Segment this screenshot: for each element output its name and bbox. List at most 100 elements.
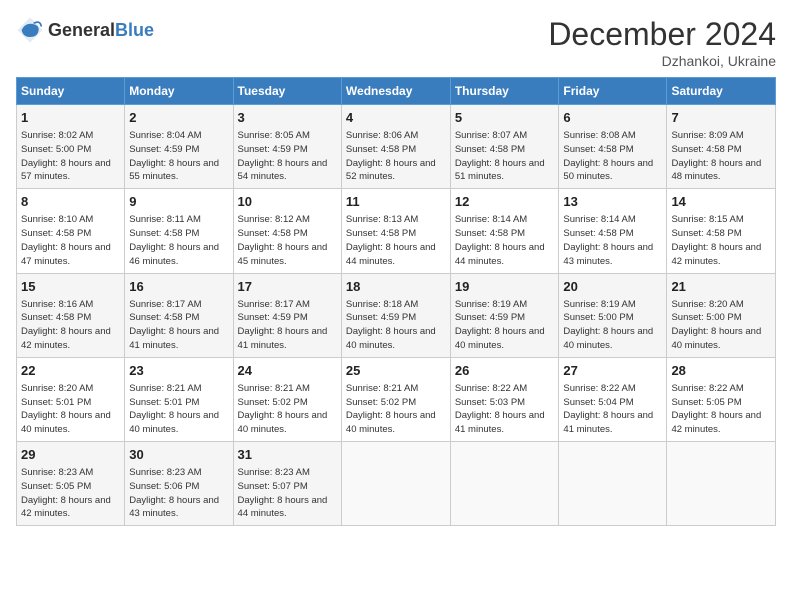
day-of-week-header: Thursday [450, 78, 559, 105]
day-number: 7 [671, 109, 771, 127]
day-info: Sunrise: 8:14 AMSunset: 4:58 PMDaylight:… [563, 213, 662, 268]
day-number: 13 [563, 193, 662, 211]
calendar-day-cell: 22 Sunrise: 8:20 AMSunset: 5:01 PMDayligh… [17, 357, 125, 441]
month-title: December 2024 [548, 16, 776, 53]
day-info: Sunrise: 8:09 AMSunset: 4:58 PMDaylight:… [671, 129, 771, 184]
day-number: 17 [238, 278, 337, 296]
logo: GeneralBlue [16, 16, 154, 44]
day-info: Sunrise: 8:21 AMSunset: 5:01 PMDaylight:… [129, 382, 228, 437]
calendar-day-cell: 21 Sunrise: 8:20 AMSunset: 5:00 PMDayligh… [667, 273, 776, 357]
day-info: Sunrise: 8:12 AMSunset: 4:58 PMDaylight:… [238, 213, 337, 268]
day-number: 4 [346, 109, 446, 127]
day-info: Sunrise: 8:06 AMSunset: 4:58 PMDaylight:… [346, 129, 446, 184]
day-info: Sunrise: 8:20 AMSunset: 5:00 PMDaylight:… [671, 298, 771, 353]
day-number: 27 [563, 362, 662, 380]
day-of-week-header: Wednesday [341, 78, 450, 105]
calendar-day-cell: 10 Sunrise: 8:12 AMSunset: 4:58 PMDayligh… [233, 189, 341, 273]
day-number: 18 [346, 278, 446, 296]
day-number: 30 [129, 446, 228, 464]
day-info: Sunrise: 8:22 AMSunset: 5:05 PMDaylight:… [671, 382, 771, 437]
calendar-day-cell: 4 Sunrise: 8:06 AMSunset: 4:58 PMDaylight… [341, 105, 450, 189]
calendar-day-cell: 1Sunrise: 8:02 AMSunset: 5:00 PMDaylight… [17, 105, 125, 189]
day-info: Sunrise: 8:20 AMSunset: 5:01 PMDaylight:… [21, 382, 120, 437]
day-number: 1 [21, 109, 120, 127]
calendar-week-row: 8Sunrise: 8:10 AMSunset: 4:58 PMDaylight… [17, 189, 776, 273]
page-header: GeneralBlue December 2024 Dzhankoi, Ukra… [16, 16, 776, 69]
day-number: 8 [21, 193, 120, 211]
day-info: Sunrise: 8:21 AMSunset: 5:02 PMDaylight:… [238, 382, 337, 437]
day-of-week-header: Tuesday [233, 78, 341, 105]
day-number: 28 [671, 362, 771, 380]
day-of-week-header: Monday [125, 78, 233, 105]
calendar-day-cell: 14 Sunrise: 8:15 AMSunset: 4:58 PMDayligh… [667, 189, 776, 273]
day-number: 20 [563, 278, 662, 296]
calendar-day-cell: 25Sunrise: 8:21 AMSunset: 5:02 PMDayligh… [341, 357, 450, 441]
calendar-day-cell: 30 Sunrise: 8:23 AMSunset: 5:06 PMDayligh… [125, 442, 233, 526]
day-number: 6 [563, 109, 662, 127]
day-info: Sunrise: 8:23 AMSunset: 5:06 PMDaylight:… [129, 466, 228, 521]
day-number: 2 [129, 109, 228, 127]
calendar-day-cell: 7 Sunrise: 8:09 AMSunset: 4:58 PMDaylight… [667, 105, 776, 189]
logo-text: GeneralBlue [48, 20, 154, 41]
calendar-day-cell [559, 442, 667, 526]
day-number: 5 [455, 109, 555, 127]
calendar-day-cell: 5 Sunrise: 8:07 AMSunset: 4:58 PMDaylight… [450, 105, 559, 189]
calendar-day-cell: 9Sunrise: 8:11 AMSunset: 4:58 PMDaylight… [125, 189, 233, 273]
calendar-day-cell: 27 Sunrise: 8:22 AMSunset: 5:04 PMDayligh… [559, 357, 667, 441]
day-info: Sunrise: 8:18 AMSunset: 4:59 PMDaylight:… [346, 298, 446, 353]
day-info: Sunrise: 8:17 AMSunset: 4:58 PMDaylight:… [129, 298, 228, 353]
day-number: 23 [129, 362, 228, 380]
calendar-table: SundayMondayTuesdayWednesdayThursdayFrid… [16, 77, 776, 526]
day-number: 14 [671, 193, 771, 211]
calendar-week-row: 15Sunrise: 8:16 AMSunset: 4:58 PMDayligh… [17, 273, 776, 357]
day-number: 25 [346, 362, 446, 380]
day-number: 9 [129, 193, 228, 211]
title-block: December 2024 Dzhankoi, Ukraine [548, 16, 776, 69]
header-row: SundayMondayTuesdayWednesdayThursdayFrid… [17, 78, 776, 105]
calendar-day-cell: 12 Sunrise: 8:14 AMSunset: 4:58 PMDayligh… [450, 189, 559, 273]
calendar-week-row: 22 Sunrise: 8:20 AMSunset: 5:01 PMDayligh… [17, 357, 776, 441]
calendar-day-cell: 16Sunrise: 8:17 AMSunset: 4:58 PMDayligh… [125, 273, 233, 357]
calendar-day-cell: 3 Sunrise: 8:05 AMSunset: 4:59 PMDaylight… [233, 105, 341, 189]
day-info: Sunrise: 8:22 AMSunset: 5:04 PMDaylight:… [563, 382, 662, 437]
calendar-day-cell: 15Sunrise: 8:16 AMSunset: 4:58 PMDayligh… [17, 273, 125, 357]
calendar-body: 1Sunrise: 8:02 AMSunset: 5:00 PMDaylight… [17, 105, 776, 526]
day-number: 31 [238, 446, 337, 464]
day-info: Sunrise: 8:23 AMSunset: 5:07 PMDaylight:… [238, 466, 337, 521]
day-number: 22 [21, 362, 120, 380]
calendar-day-cell: 19 Sunrise: 8:19 AMSunset: 4:59 PMDayligh… [450, 273, 559, 357]
day-info: Sunrise: 8:16 AMSunset: 4:58 PMDaylight:… [21, 298, 120, 353]
day-info: Sunrise: 8:07 AMSunset: 4:58 PMDaylight:… [455, 129, 555, 184]
day-info: Sunrise: 8:17 AMSunset: 4:59 PMDaylight:… [238, 298, 337, 353]
day-info: Sunrise: 8:19 AMSunset: 5:00 PMDaylight:… [563, 298, 662, 353]
calendar-week-row: 29Sunrise: 8:23 AMSunset: 5:05 PMDayligh… [17, 442, 776, 526]
calendar-day-cell: 6Sunrise: 8:08 AMSunset: 4:58 PMDaylight… [559, 105, 667, 189]
calendar-day-cell: 23 Sunrise: 8:21 AMSunset: 5:01 PMDayligh… [125, 357, 233, 441]
calendar-day-cell: 26 Sunrise: 8:22 AMSunset: 5:03 PMDayligh… [450, 357, 559, 441]
day-info: Sunrise: 8:14 AMSunset: 4:58 PMDaylight:… [455, 213, 555, 268]
calendar-day-cell: 20 Sunrise: 8:19 AMSunset: 5:00 PMDayligh… [559, 273, 667, 357]
day-info: Sunrise: 8:15 AMSunset: 4:58 PMDaylight:… [671, 213, 771, 268]
day-info: Sunrise: 8:05 AMSunset: 4:59 PMDaylight:… [238, 129, 337, 184]
calendar-day-cell: 2Sunrise: 8:04 AMSunset: 4:59 PMDaylight… [125, 105, 233, 189]
day-info: Sunrise: 8:22 AMSunset: 5:03 PMDaylight:… [455, 382, 555, 437]
day-number: 10 [238, 193, 337, 211]
day-info: Sunrise: 8:13 AMSunset: 4:58 PMDaylight:… [346, 213, 446, 268]
day-number: 24 [238, 362, 337, 380]
calendar-day-cell [341, 442, 450, 526]
day-number: 26 [455, 362, 555, 380]
calendar-day-cell: 18 Sunrise: 8:18 AMSunset: 4:59 PMDayligh… [341, 273, 450, 357]
day-number: 21 [671, 278, 771, 296]
location-title: Dzhankoi, Ukraine [548, 53, 776, 69]
day-number: 3 [238, 109, 337, 127]
calendar-day-cell: 29Sunrise: 8:23 AMSunset: 5:05 PMDayligh… [17, 442, 125, 526]
day-number: 11 [346, 193, 446, 211]
day-of-week-header: Saturday [667, 78, 776, 105]
day-of-week-header: Friday [559, 78, 667, 105]
day-info: Sunrise: 8:19 AMSunset: 4:59 PMDaylight:… [455, 298, 555, 353]
day-number: 19 [455, 278, 555, 296]
calendar-week-row: 1Sunrise: 8:02 AMSunset: 5:00 PMDaylight… [17, 105, 776, 189]
day-info: Sunrise: 8:23 AMSunset: 5:05 PMDaylight:… [21, 466, 120, 521]
calendar-day-cell: 11 Sunrise: 8:13 AMSunset: 4:58 PMDayligh… [341, 189, 450, 273]
day-number: 12 [455, 193, 555, 211]
